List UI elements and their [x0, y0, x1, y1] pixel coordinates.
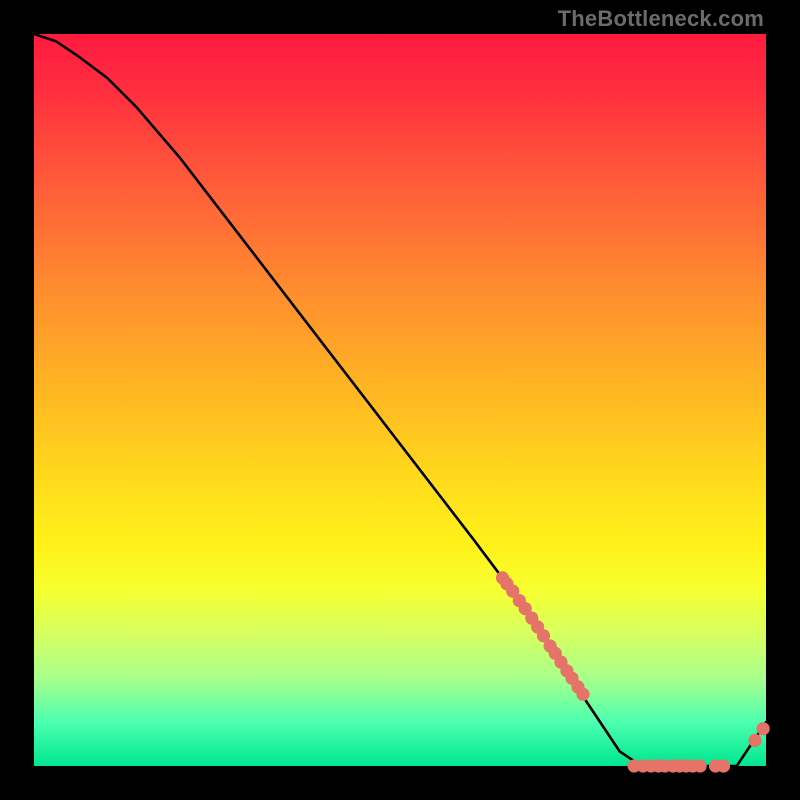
watermark-label: TheBottleneck.com [558, 6, 764, 32]
bottleneck-curve [34, 34, 766, 766]
chart-frame: TheBottleneck.com [0, 0, 800, 800]
scatter-series [496, 571, 770, 772]
data-point [748, 734, 761, 747]
data-point [694, 759, 707, 772]
chart-svg [34, 34, 766, 766]
data-point [576, 688, 589, 701]
data-point [757, 722, 770, 735]
line-series [34, 34, 766, 766]
data-point [717, 759, 730, 772]
